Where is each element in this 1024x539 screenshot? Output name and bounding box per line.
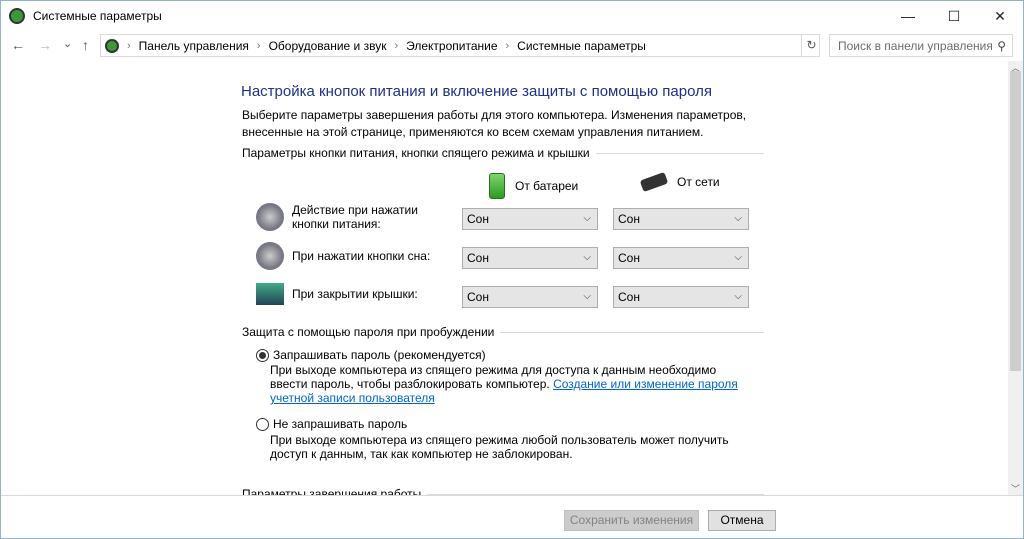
title-bar: Системные параметры — ☐ ✕ <box>1 1 1023 31</box>
address-bar[interactable]: › Панель управления › Оборудование и звук … <box>100 34 820 57</box>
chevron-down-icon: ⌵ <box>734 213 742 224</box>
sleep-button-icon <box>256 242 284 270</box>
chevron-down-icon: ⌵ <box>583 213 591 224</box>
power-button-row: Действие при нажатии кнопки питания: <box>256 203 452 231</box>
sleep-button-row: При нажатии кнопки сна: <box>256 242 430 270</box>
lid-row: При закрытии крышки: <box>256 283 418 305</box>
lid-ac-select[interactable]: Сон ⌵ <box>613 286 749 308</box>
cancel-button[interactable]: Отмена <box>708 510 776 531</box>
location-icon <box>105 38 119 53</box>
forward-icon[interactable]: → <box>38 37 52 53</box>
power-options-icon <box>9 8 25 24</box>
scrollbar-thumb[interactable] <box>1010 71 1021 371</box>
search-placeholder: Поиск в панели управления <box>838 38 993 53</box>
battery-column-header: От батареи <box>489 173 578 199</box>
plug-icon <box>639 171 669 193</box>
chevron-down-icon: ⌵ <box>734 291 742 302</box>
breadcrumb-power[interactable]: Электропитание <box>406 39 497 53</box>
search-icon[interactable]: ⚲ <box>997 39 1006 53</box>
page-description: Выберите параметры завершения работы для… <box>242 108 747 139</box>
minimize-button[interactable]: — <box>885 1 931 31</box>
vertical-scrollbar[interactable]: ︿ ﹀ <box>1008 61 1023 495</box>
shutdown-group-header: Параметры завершения работы <box>242 487 764 495</box>
sleep-button-battery-select[interactable]: Сон ⌵ <box>462 247 598 269</box>
breadcrumb-control-panel[interactable]: Панель управления <box>139 39 249 53</box>
breadcrumb-hardware[interactable]: Оборудование и звук <box>269 39 387 53</box>
save-changes-button[interactable]: Сохранить изменения <box>564 510 699 531</box>
buttons-group-header: Параметры кнопки питания, кнопки спящего… <box>242 146 764 160</box>
maximize-button[interactable]: ☐ <box>931 1 977 31</box>
battery-icon <box>489 173 505 199</box>
refresh-icon[interactable]: ↻ <box>801 35 821 56</box>
power-button-battery-select[interactable]: Сон ⌵ <box>462 208 598 230</box>
scroll-down-icon: ﹀ <box>1011 484 1021 494</box>
password-group-header: Защита с помощью пароля при пробуждении <box>242 325 764 339</box>
address-bar-row: ← → ⌄ ↑ › Панель управления › Оборудование… <box>1 33 1023 59</box>
recent-locations-icon[interactable]: ⌄ <box>63 37 72 50</box>
sleep-button-ac-select[interactable]: Сон ⌵ <box>613 247 749 269</box>
lid-battery-select[interactable]: Сон ⌵ <box>462 286 598 308</box>
no-password-radio[interactable]: Не запрашивать пароль <box>256 417 407 431</box>
power-button-icon <box>256 203 284 231</box>
ac-column-header: От сети <box>639 171 720 193</box>
close-button[interactable]: ✕ <box>977 1 1023 31</box>
require-password-radio[interactable]: Запрашивать пароль (рекомендуется) <box>256 348 486 362</box>
up-icon[interactable]: ↑ <box>82 37 89 53</box>
laptop-lid-icon <box>256 283 284 305</box>
chevron-down-icon: ⌵ <box>734 252 742 263</box>
window-title: Системные параметры <box>33 9 162 23</box>
chevron-down-icon: ⌵ <box>583 252 591 263</box>
page-title: Настройка кнопок питания и включение защ… <box>241 83 712 100</box>
breadcrumb-system-settings[interactable]: Системные параметры <box>517 39 646 53</box>
require-password-description: При выходе компьютера из спящего режима … <box>270 363 738 405</box>
footer: Сохранить изменения Отмена <box>1 495 1023 539</box>
no-password-description: При выходе компьютера из спящего режима … <box>270 433 729 461</box>
back-icon[interactable]: ← <box>11 37 25 53</box>
chevron-down-icon: ⌵ <box>583 291 591 302</box>
power-button-ac-select[interactable]: Сон ⌵ <box>613 208 749 230</box>
content-area: Настройка кнопок питания и включение защ… <box>1 63 1007 495</box>
search-input[interactable]: Поиск в панели управления ⚲ <box>829 34 1013 57</box>
